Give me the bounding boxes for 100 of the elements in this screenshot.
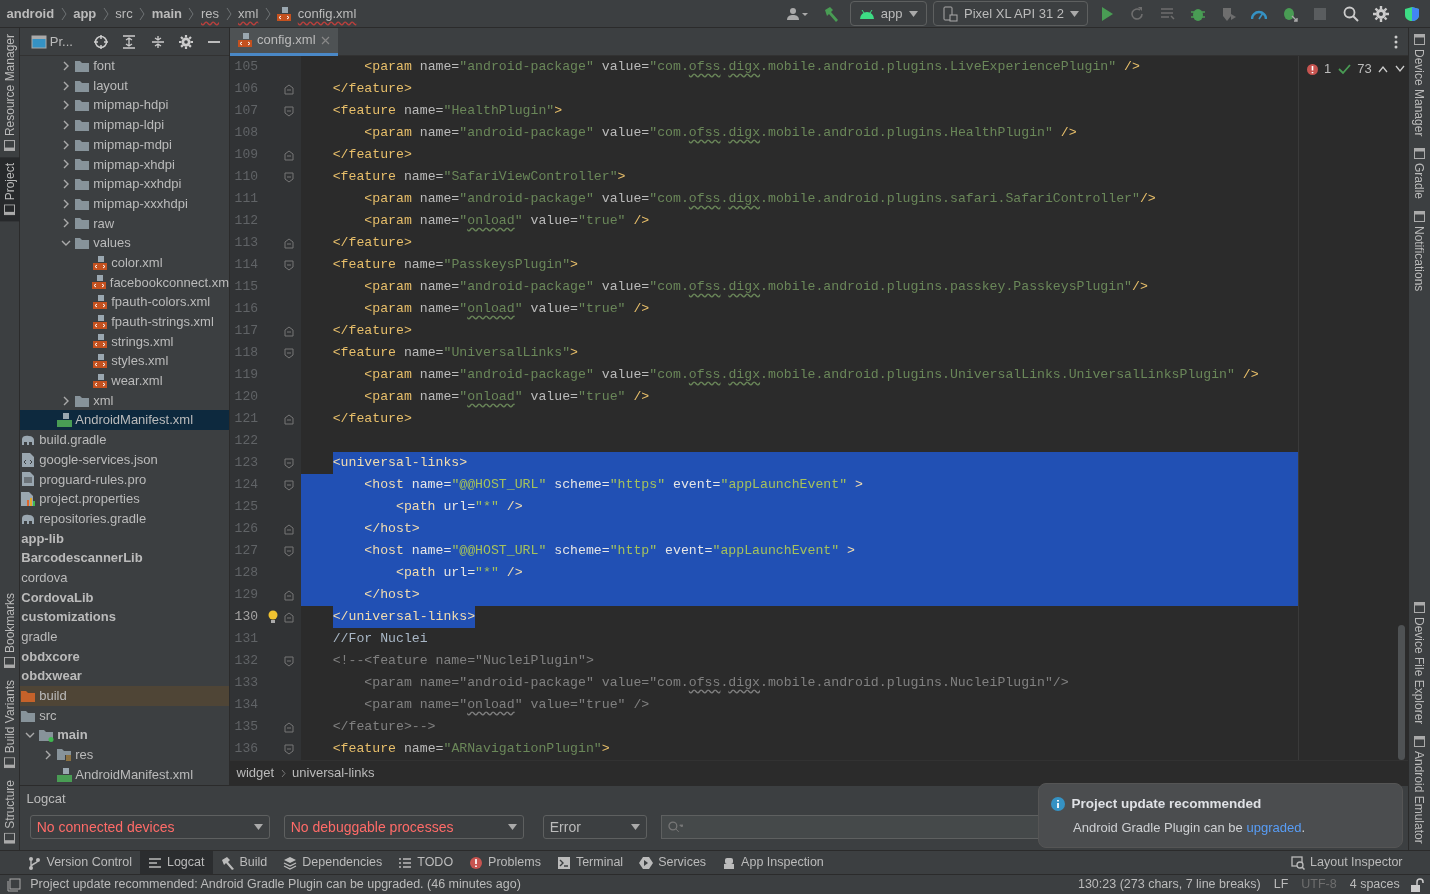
fold-icon[interactable] [283, 479, 294, 491]
tree-item[interactable]: main [20, 725, 229, 746]
fold-icon[interactable] [283, 347, 294, 359]
status-item[interactable]: 130:23 (273 chars, 7 line breaks) [1077, 875, 1261, 894]
tree-item[interactable]: fpauth-strings.xml [20, 311, 229, 332]
tree-item[interactable]: mipmap-xxxhdpi [20, 193, 229, 214]
tree-item[interactable]: BarcodescannerLib [20, 548, 229, 568]
tree-item[interactable]: font [20, 56, 229, 76]
chevron-right-icon[interactable] [61, 60, 71, 71]
tool-window-tab[interactable]: App Inspection [714, 851, 832, 874]
tree-item[interactable]: fpauth-colors.xml [20, 292, 229, 312]
breadcrumb-item[interactable]: main [151, 3, 182, 24]
tool-window-tab[interactable]: Android Emulator [1409, 730, 1429, 850]
tree-item[interactable]: customizations [20, 607, 229, 627]
fold-icon[interactable] [283, 149, 294, 161]
fold-icon[interactable] [283, 611, 294, 623]
tool-window-tab[interactable]: Device File Explorer [1409, 595, 1429, 731]
chevron-right-icon[interactable] [61, 395, 71, 406]
breadcrumb-item[interactable]: widget [236, 763, 275, 783]
breadcrumb-item[interactable]: config.xml [297, 3, 357, 24]
status-item[interactable]: LF [1273, 875, 1289, 894]
chevron-right-icon[interactable] [61, 119, 71, 130]
tree-item[interactable]: src [20, 705, 229, 726]
fold-icon[interactable] [283, 743, 294, 755]
chevron-up-icon[interactable] [1378, 65, 1389, 73]
breadcrumb-item[interactable]: universal-links [292, 763, 375, 783]
tool-window-tab[interactable]: Bookmarks [0, 587, 20, 675]
run-configuration-dropdown[interactable]: app [849, 0, 927, 27]
breadcrumb-item[interactable]: src [115, 3, 133, 24]
chevron-right-icon[interactable] [43, 749, 53, 760]
chevron-right-icon[interactable] [61, 198, 71, 209]
fold-icon[interactable] [283, 259, 294, 271]
status-message[interactable]: Project update recommended: Android Gradle Plugin can be upgraded. (46 minutes ago) [30, 875, 521, 894]
tool-window-tab[interactable]: Services [631, 851, 715, 874]
tool-window-tab[interactable]: Version Control [19, 851, 140, 874]
chevron-right-icon[interactable] [61, 218, 71, 229]
tool-window-tab[interactable]: Layout Inspector [1283, 851, 1411, 874]
tool-window-tab[interactable]: Terminal [548, 851, 632, 874]
tree-item[interactable]: build.gradle [20, 430, 229, 450]
tree-item[interactable]: obdxwear [20, 666, 229, 686]
tree-item[interactable]: layout [20, 75, 229, 96]
tool-window-tab[interactable]: Logcat [139, 851, 213, 874]
tool-window-tab[interactable]: Problems [461, 851, 549, 874]
panel-toggle-icon[interactable] [6, 877, 21, 892]
fold-icon[interactable] [283, 721, 294, 733]
device-dropdown[interactable]: Pixel XL API 31 2 [933, 0, 1088, 27]
chevron-down-icon[interactable] [1394, 65, 1405, 73]
tree-item[interactable]: raw [20, 213, 229, 234]
breadcrumb-item[interactable]: res [201, 3, 220, 24]
fold-icon[interactable] [283, 413, 294, 425]
tree-item[interactable]: obdxcore [20, 646, 229, 667]
filter-dropdown[interactable]: Error [542, 815, 647, 840]
tree-item[interactable]: mipmap-xxhdpi [20, 174, 229, 194]
tree-item[interactable]: AndroidManifest.xml [20, 764, 229, 785]
fold-icon[interactable] [283, 171, 294, 183]
tool-window-tab[interactable]: Build Variants [0, 674, 20, 775]
tree-item[interactable]: styles.xml [20, 351, 229, 371]
tree-item[interactable]: gradle [20, 626, 229, 647]
tree-item[interactable]: mipmap-mdpi [20, 134, 229, 155]
filter-dropdown[interactable]: No connected devices [29, 815, 270, 840]
tree-item[interactable]: CordovaLib [20, 587, 229, 608]
tool-window-tab[interactable]: TODO [390, 851, 462, 874]
fold-icon[interactable] [283, 83, 294, 95]
tree-item[interactable]: google-services.json [20, 449, 229, 470]
fold-icon[interactable] [283, 589, 294, 601]
tree-item[interactable]: color.xml [20, 252, 229, 273]
tree-item[interactable]: xml [20, 390, 229, 411]
fold-icon[interactable] [283, 105, 294, 117]
tree-item[interactable]: mipmap-hdpi [20, 95, 229, 116]
fold-icon[interactable] [283, 655, 294, 667]
fold-icon[interactable] [283, 523, 294, 535]
error-count[interactable]: 1 [1324, 59, 1332, 79]
fold-icon[interactable] [283, 325, 294, 337]
tree-item[interactable]: cordova [20, 567, 229, 588]
editor-tab[interactable]: config.xml [230, 27, 338, 56]
tool-window-tab[interactable]: Project [0, 157, 20, 222]
tree-item[interactable]: wear.xml [20, 371, 229, 391]
tree-item[interactable]: strings.xml [20, 331, 229, 352]
tree-item[interactable]: mipmap-xhdpi [20, 154, 229, 175]
chevron-right-icon[interactable] [61, 80, 71, 91]
close-icon[interactable] [320, 35, 330, 45]
chevron-right-icon[interactable] [61, 178, 71, 189]
unlock-icon[interactable] [1409, 877, 1424, 892]
chevron-right-icon[interactable] [61, 139, 71, 150]
tree-item[interactable]: build [20, 686, 229, 706]
tool-window-tab[interactable]: Dependencies [275, 851, 391, 874]
tool-window-tab[interactable]: Device Manager [1409, 28, 1429, 143]
scrollbar-thumb[interactable] [1397, 625, 1405, 760]
chevron-right-icon[interactable] [61, 159, 71, 170]
filter-dropdown[interactable]: No debuggable processes [283, 815, 524, 840]
tree-item[interactable]: mipmap-ldpi [20, 115, 229, 135]
check-count[interactable]: 73 [1357, 59, 1372, 79]
tree-item[interactable]: app-lib [20, 528, 229, 549]
fold-icon[interactable] [283, 545, 294, 557]
tree-item[interactable]: AndroidManifest.xml [20, 410, 229, 431]
tool-window-tab[interactable]: Gradle [1409, 142, 1429, 206]
tool-window-tab[interactable]: Notifications [1409, 205, 1429, 298]
tree-item[interactable]: facebookconnect.xm [20, 272, 229, 293]
tool-window-tab[interactable]: Structure [0, 774, 20, 850]
tree-item[interactable]: res [20, 745, 229, 765]
